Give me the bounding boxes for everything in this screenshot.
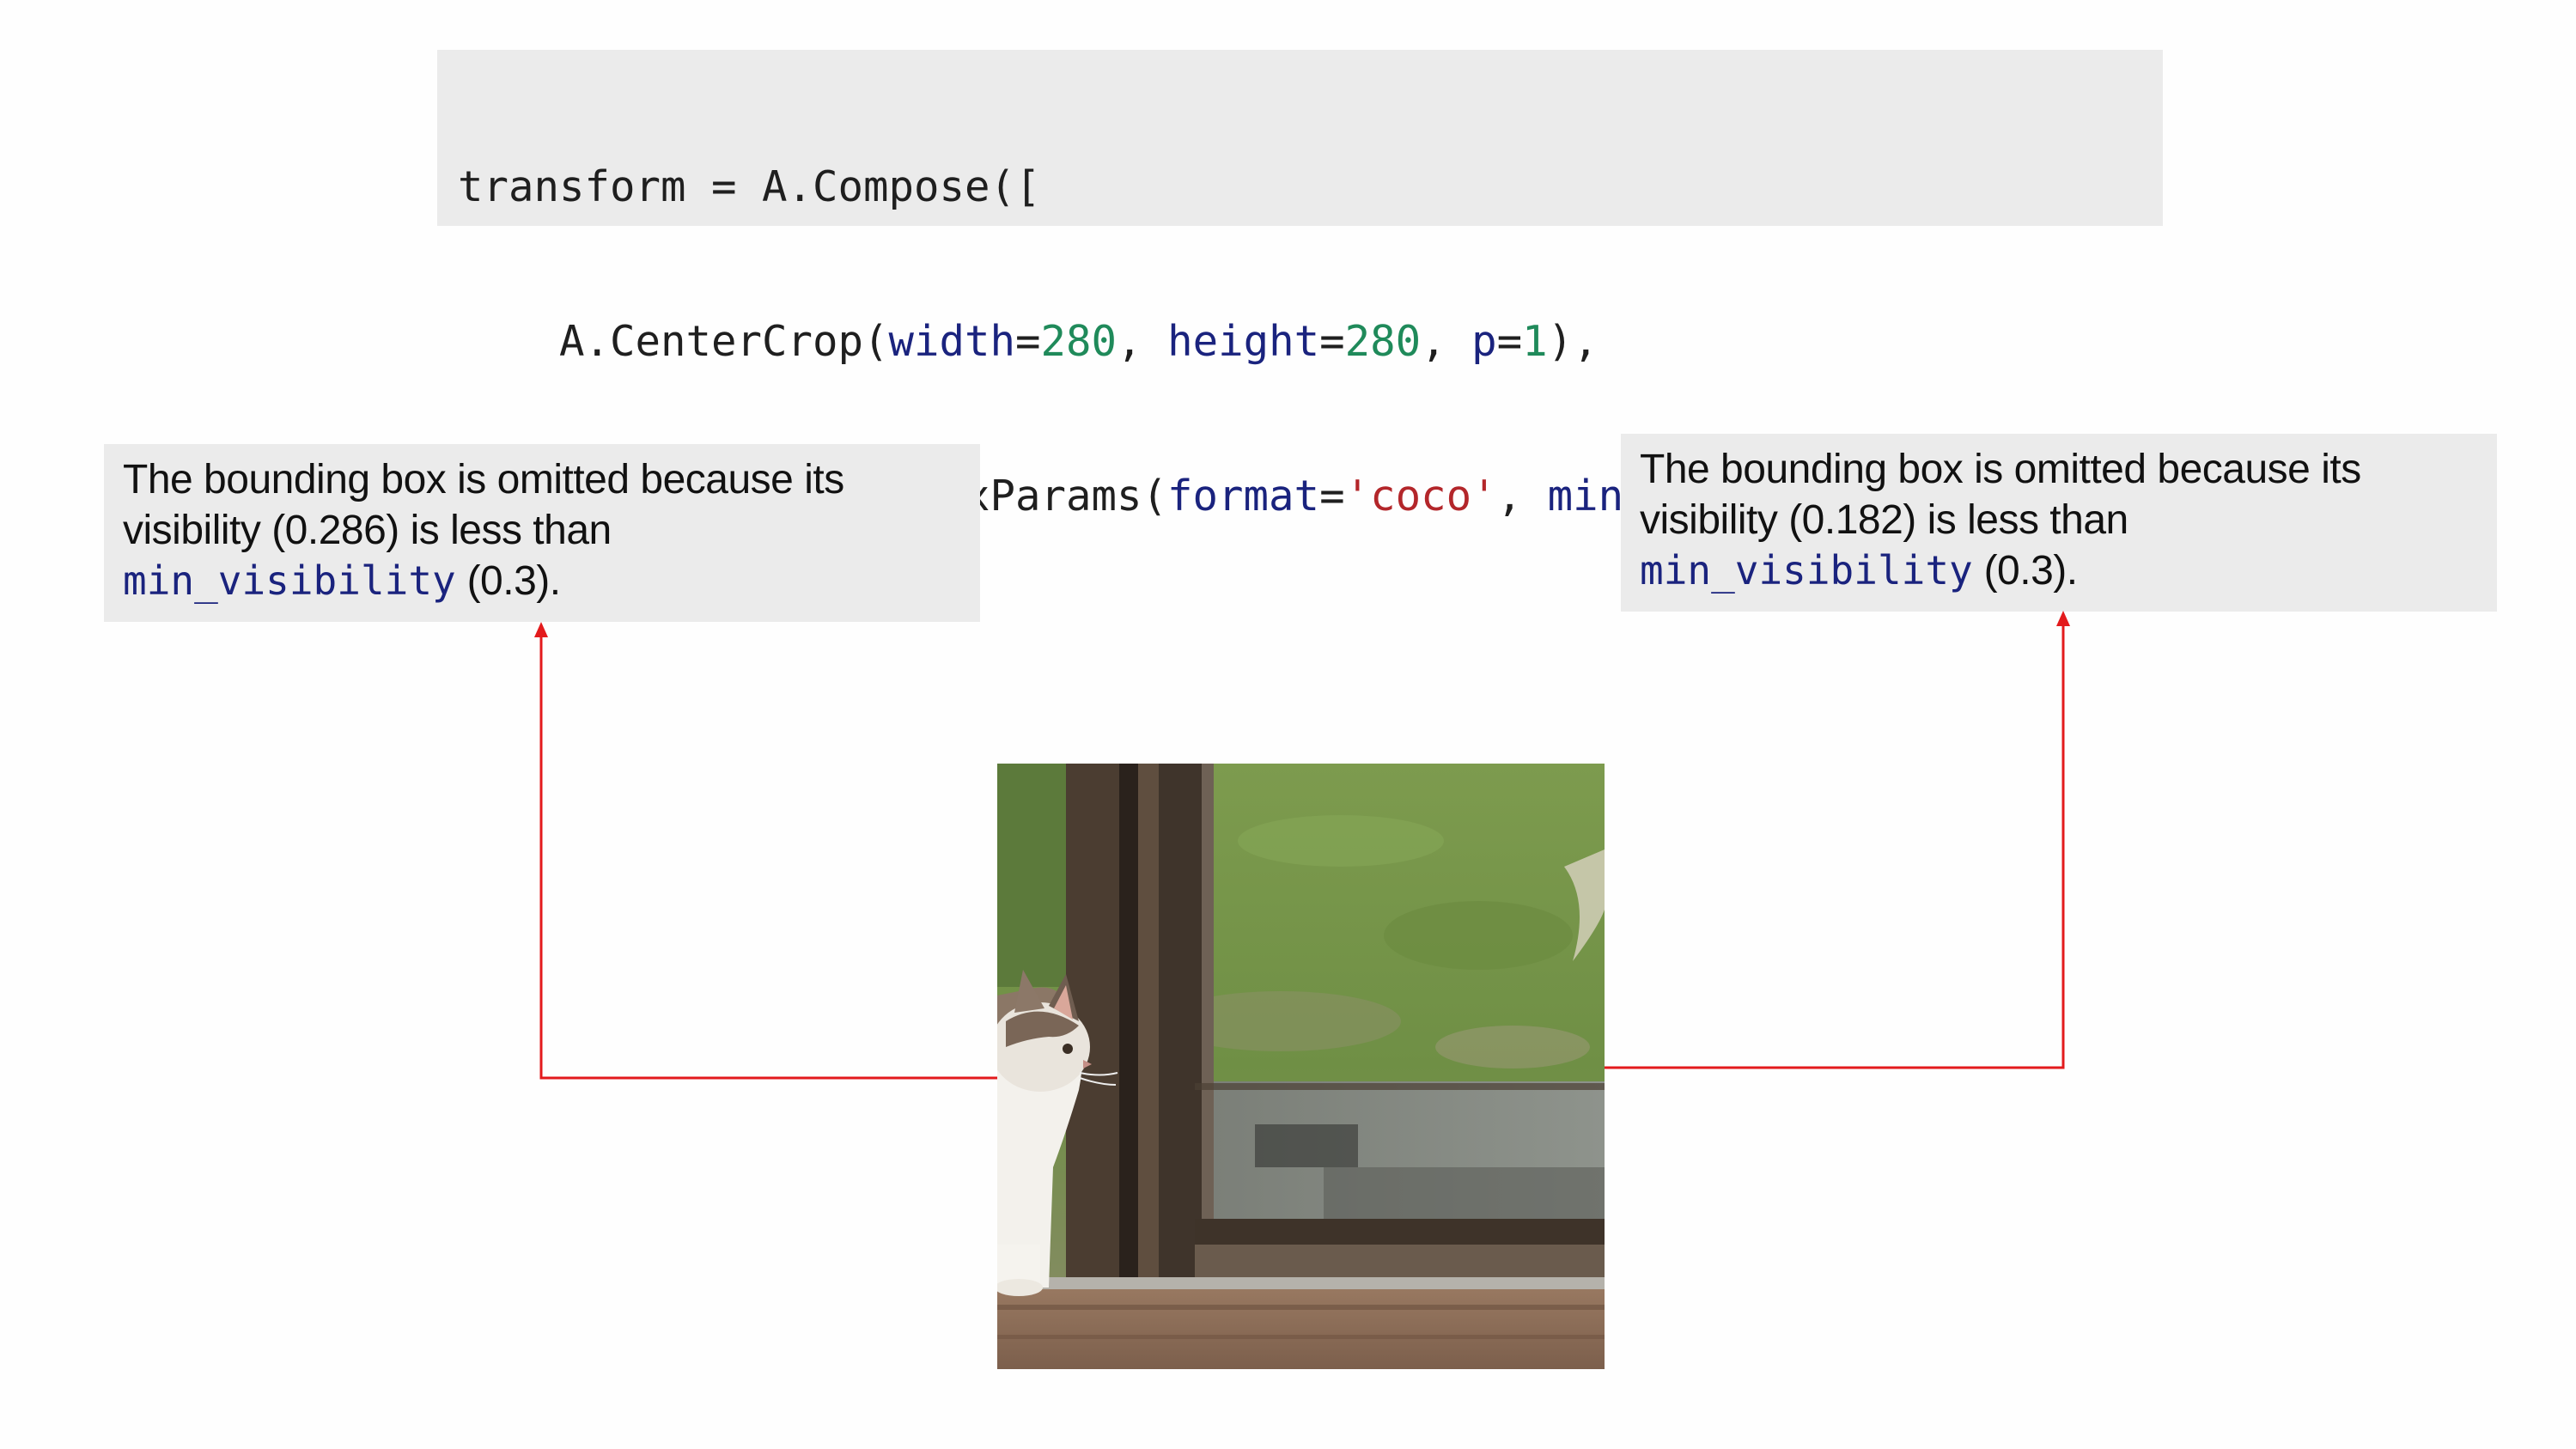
right-arrowhead [2056, 611, 2070, 626]
left-arrowhead [534, 622, 548, 637]
left-arrow-line [539, 631, 997, 1080]
annotation-arrows [534, 611, 2070, 1080]
right-arrow-line [1605, 620, 2065, 1069]
